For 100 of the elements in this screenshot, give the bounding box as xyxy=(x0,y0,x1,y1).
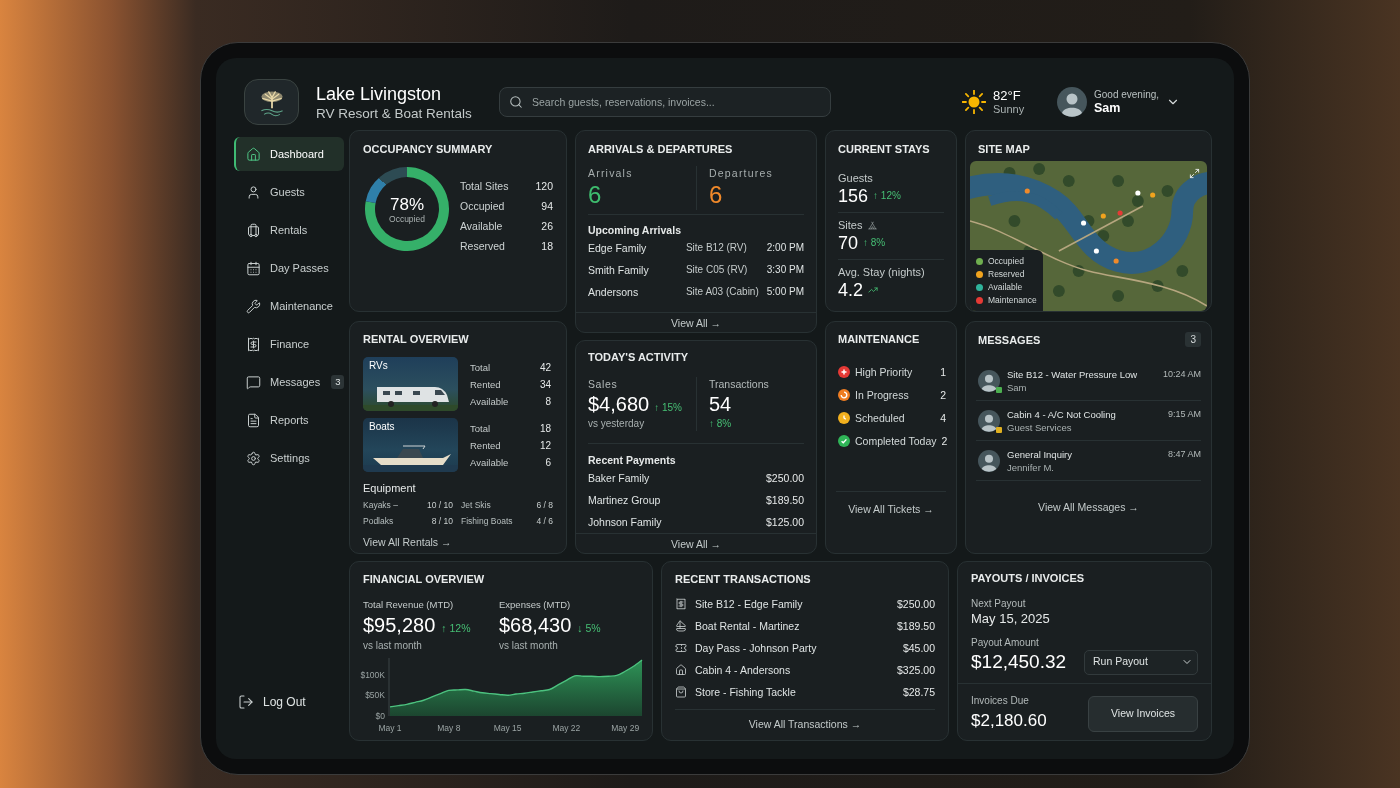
view-all-link[interactable]: View All Transactions → xyxy=(748,717,862,731)
temperature-text: 82°F xyxy=(993,88,1022,103)
stat-value: 6 xyxy=(544,455,551,470)
sun-icon xyxy=(962,90,986,114)
payer-name: Martinez Group xyxy=(588,493,662,508)
expand-icon[interactable] xyxy=(1189,168,1200,179)
view-invoices-button[interactable]: View Invoices xyxy=(1088,695,1198,732)
payout-date: May 15, 2025 xyxy=(971,610,1051,628)
site-label: Site C05 (RV) xyxy=(685,263,749,277)
legend-label: Available xyxy=(988,282,1023,292)
payment-amount: $125.00 xyxy=(766,515,804,530)
logout-icon xyxy=(238,694,254,710)
view-all-link[interactable]: View All → xyxy=(671,315,721,330)
field-label: Invoices Due xyxy=(971,694,1030,707)
metric-value: $95,280 xyxy=(363,613,436,638)
axis-label: $50K xyxy=(365,690,385,701)
nav-item[interactable]: Maintenance xyxy=(234,289,344,323)
card-title: PAYOUTS / INVOICES xyxy=(970,571,1086,585)
nav-item[interactable]: Reports xyxy=(234,403,344,437)
metric-label: Expenses (MTD) xyxy=(499,598,572,611)
house-icon xyxy=(675,664,687,676)
logout-button[interactable]: Log Out xyxy=(234,687,344,717)
nav-item[interactable]: Dashboard xyxy=(234,137,344,171)
message-time: 10:24 AM xyxy=(1162,368,1201,381)
status-count: 2 xyxy=(941,433,948,448)
change-text: ↑ 15% xyxy=(654,401,682,415)
payment-amount: $250.00 xyxy=(766,471,804,486)
metric-label: Transactions xyxy=(709,377,770,391)
nav-item[interactable]: Rentals xyxy=(234,213,344,247)
card-title: SITE MAP xyxy=(977,142,1031,156)
payment-amount: $189.50 xyxy=(766,493,804,508)
settings-icon xyxy=(246,450,261,466)
guest-name: Smith Family xyxy=(588,263,650,278)
user-name: Sam xyxy=(1094,101,1122,116)
weather-condition: Sunny xyxy=(993,103,1025,116)
legend-label: Occupied xyxy=(988,256,1024,266)
metric-value: $4,680 xyxy=(588,392,650,417)
metric-label: Avg. Stay (nights) xyxy=(838,265,925,279)
change-text: ↑ 8% xyxy=(709,417,733,431)
transaction-amount: $28.75 xyxy=(902,685,935,699)
percent-value: 78% xyxy=(390,194,424,214)
stat-label: Available xyxy=(470,455,510,470)
transaction-amount: $189.50 xyxy=(897,619,935,633)
metric-value: 54 xyxy=(709,392,733,417)
nav-item[interactable]: Guests xyxy=(234,175,344,209)
stat-label: Total Sites xyxy=(460,179,510,194)
metric-label: Guests xyxy=(838,171,873,185)
axis-label: $100K xyxy=(360,669,385,680)
invoices-amount: $2,180.60 xyxy=(971,710,1047,732)
nav-item[interactable]: Day Passes xyxy=(234,251,344,285)
equipment-label: Fishing Boats xyxy=(461,515,514,528)
arrival-time: 5:00 PM xyxy=(766,285,804,299)
nav-item[interactable]: Finance xyxy=(234,327,344,361)
axis-label: $0 xyxy=(375,711,385,721)
run-payout-dropdown[interactable]: Run Payout xyxy=(1084,649,1198,675)
calendar-icon xyxy=(246,260,261,276)
card-title: OCCUPANCY SUMMARY xyxy=(363,142,494,156)
sailboat-icon xyxy=(675,620,687,632)
axis-label: May 22 xyxy=(552,723,581,733)
equipment-value: 10 / 10 xyxy=(426,499,453,512)
stat-value: 12 xyxy=(539,438,551,453)
wrench-icon xyxy=(246,298,261,314)
arrival-time: 2:00 PM xyxy=(766,241,804,255)
metric-label: Total Revenue (MTD) xyxy=(363,598,455,611)
tree-logo-icon xyxy=(244,79,299,125)
chat-icon xyxy=(246,374,261,390)
stat-label: Total xyxy=(470,360,492,375)
avatar-icon xyxy=(978,409,1000,432)
count-label: Arrivals xyxy=(588,166,634,180)
metric-value: $68,430 xyxy=(499,613,572,638)
metric-note: vs last month xyxy=(499,639,559,652)
card-title: RENTAL OVERVIEW xyxy=(363,332,470,346)
receipt-icon xyxy=(246,336,261,352)
guest-name: Edge Family xyxy=(588,241,648,256)
message-sender: Guest Services xyxy=(1007,420,1073,434)
message-sender: Jennifer M. xyxy=(1007,460,1055,474)
payer-name: Johnson Family xyxy=(588,515,663,530)
nav-item[interactable]: Messages 3 xyxy=(234,365,344,399)
search-field[interactable]: Search guests, reservations, invoices... xyxy=(499,87,831,117)
view-all-link[interactable]: View All Messages → xyxy=(1038,500,1139,514)
view-all-link[interactable]: View All Tickets → xyxy=(848,502,934,516)
view-all-link[interactable]: View All Rentals → xyxy=(363,535,553,549)
card-title: CURRENT STAYS xyxy=(838,142,931,156)
transaction-amount: $250.00 xyxy=(897,597,935,611)
section-heading: Equipment xyxy=(363,481,417,495)
receipt-icon xyxy=(675,598,687,610)
view-all-link[interactable]: View All → xyxy=(671,536,721,551)
change-text: ↓ 5% xyxy=(577,621,601,635)
card-title: FINANCIAL OVERVIEW xyxy=(363,572,486,586)
count-badge: 3 xyxy=(331,375,345,389)
stat-value: 18 xyxy=(539,421,551,436)
trend-up-icon xyxy=(868,285,879,295)
site-label: Site B12 (RV) xyxy=(685,241,748,255)
stat-label: Reserved xyxy=(460,239,506,254)
stat-label: Total xyxy=(470,421,492,436)
stat-label: Rented xyxy=(470,377,502,392)
arrival-time: 3:30 PM xyxy=(766,263,804,277)
photo-label: RVs xyxy=(368,359,389,372)
nav-item[interactable]: Settings xyxy=(234,441,344,475)
change-text: ↑ 8% xyxy=(863,236,886,250)
